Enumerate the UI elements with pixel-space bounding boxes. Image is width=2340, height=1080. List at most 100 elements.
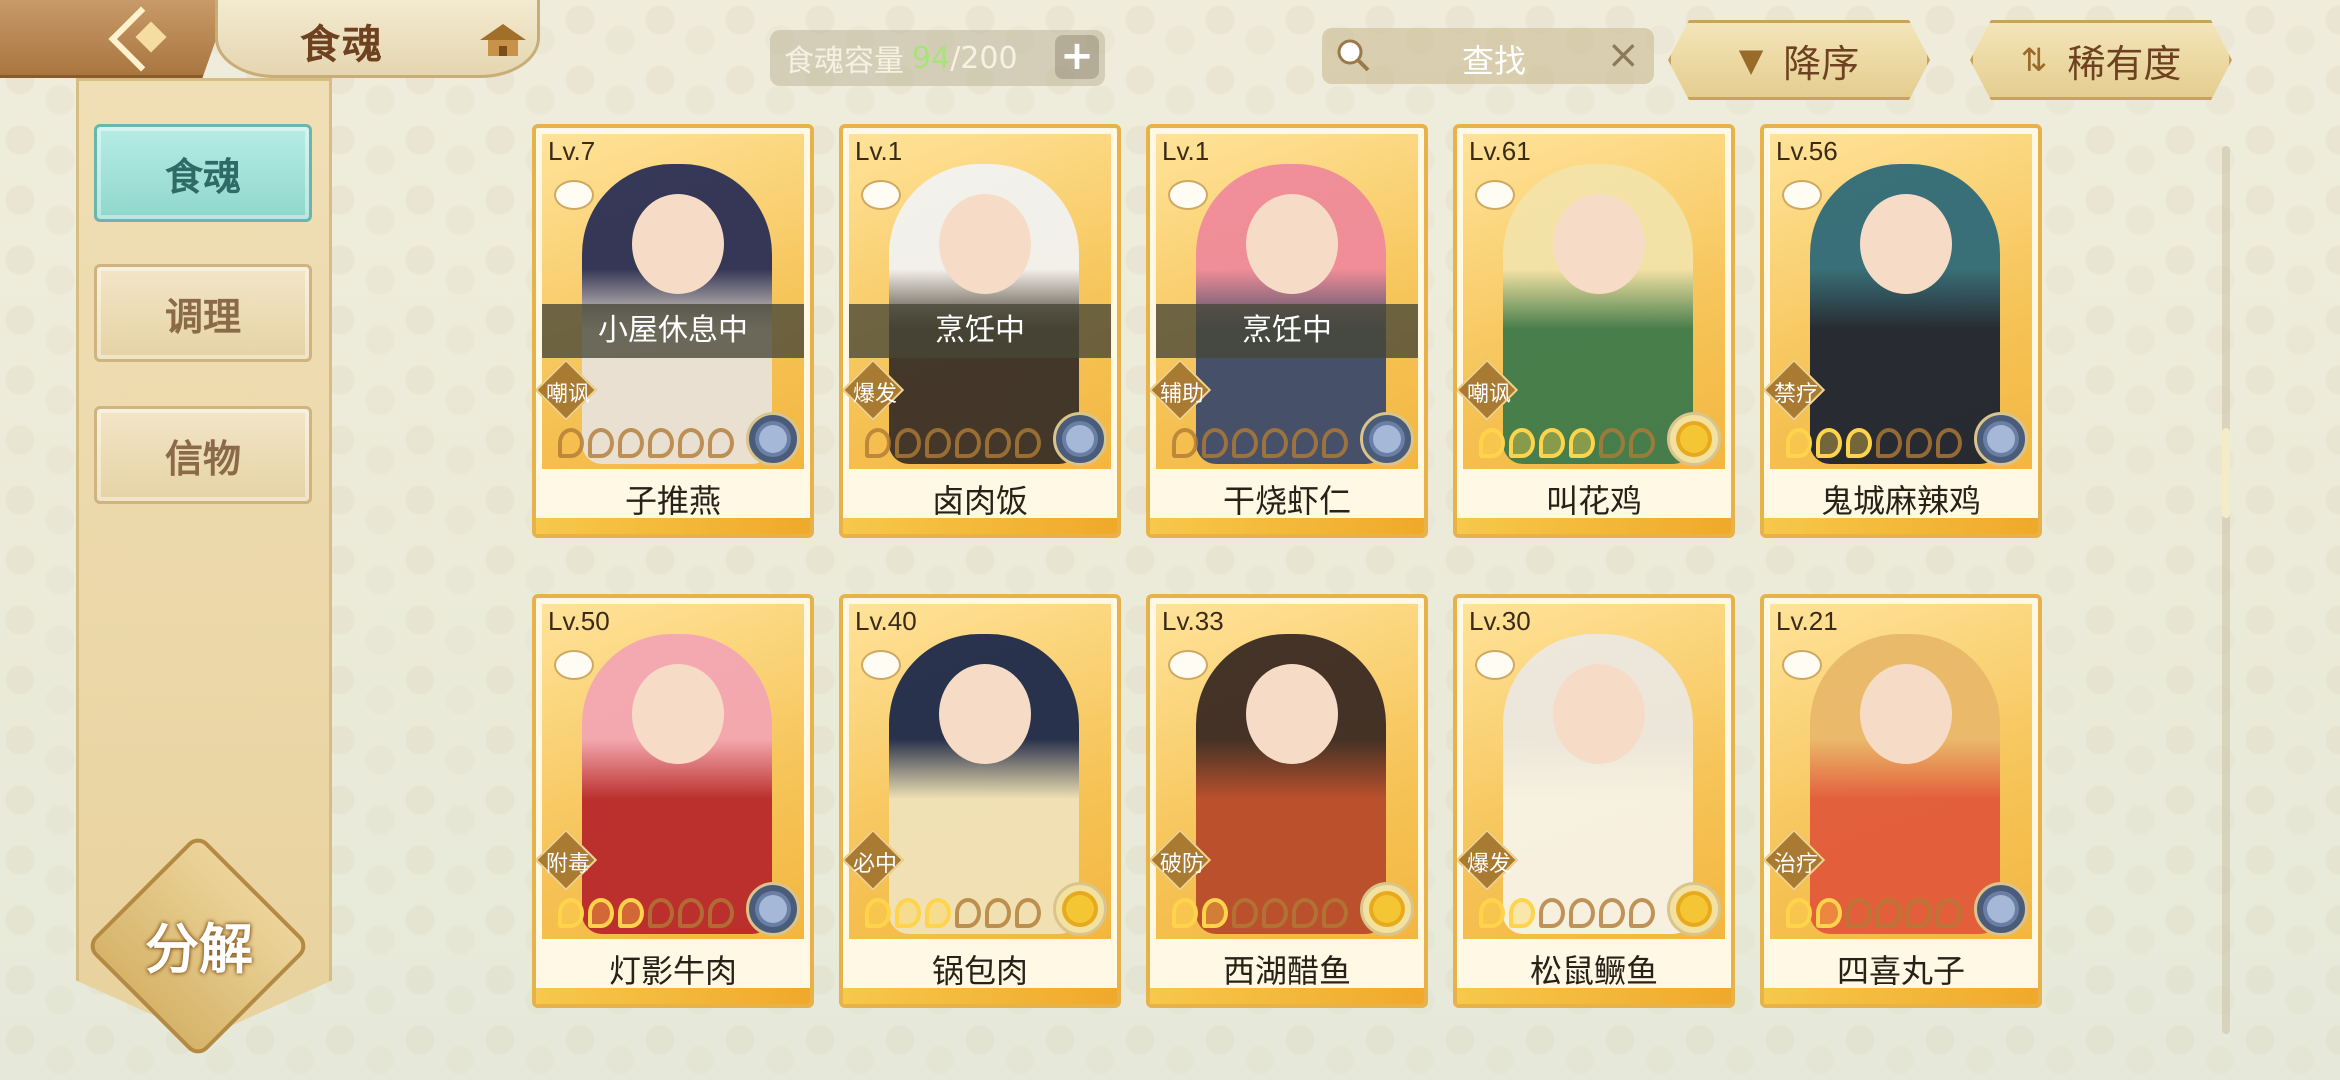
food-soul-card[interactable]: Lv.56 禁疗 鬼城麻辣鸡: [1760, 124, 2042, 538]
star-icon: [1816, 428, 1842, 458]
role-tag: 附毒: [536, 828, 598, 892]
food-soul-card[interactable]: Lv.61 嘲讽 叫花鸡: [1453, 124, 1735, 538]
add-capacity-button[interactable]: +: [1055, 35, 1099, 79]
food-soul-card[interactable]: Lv.1 烹饪中 辅助 干烧虾仁: [1146, 124, 1428, 538]
card-name: 四喜丸子: [1836, 952, 1965, 990]
bowl-icon: [1782, 180, 1822, 210]
card-name: 灯影牛肉: [608, 952, 737, 990]
flower-icon: [759, 425, 787, 453]
star-icon: [1232, 428, 1258, 458]
sort-descending-button[interactable]: ▼ 降序: [1668, 20, 1930, 100]
character-face: [1246, 664, 1338, 764]
star-icon: [708, 898, 734, 928]
role-tag-label: 爆发: [852, 382, 897, 407]
role-tag-label: 破防: [1159, 852, 1204, 877]
food-soul-card[interactable]: Lv.1 烹饪中 爆发 卤肉饭: [839, 124, 1121, 538]
role-tag: 爆发: [843, 358, 905, 422]
card-level: Lv.30: [1469, 606, 1531, 636]
star-icon: [648, 898, 674, 928]
bowl-icon: [1475, 650, 1515, 680]
character-face: [1860, 194, 1952, 294]
bowl-icon: [861, 180, 901, 210]
card-level: Lv.7: [548, 136, 596, 166]
page-title: 食魂: [300, 21, 384, 68]
food-soul-card[interactable]: Lv.50 附毒 灯影牛肉: [532, 594, 814, 1008]
flower-icon: [1680, 895, 1708, 923]
role-tag: 禁疗: [1764, 358, 1826, 422]
flower-badge-icon: [746, 882, 800, 936]
food-soul-card[interactable]: Lv.21 治疗 四喜丸子: [1760, 594, 2042, 1008]
star-icon: [1172, 898, 1198, 928]
star-icon: [618, 428, 644, 458]
role-tag: 嘲讽: [536, 358, 598, 422]
star-icon: [955, 428, 981, 458]
card-level: Lv.61: [1469, 136, 1531, 166]
role-tag-label: 治疗: [1773, 852, 1818, 877]
flower-badge-icon: [1360, 412, 1414, 466]
card-name: 干烧虾仁: [1222, 482, 1351, 520]
food-soul-card[interactable]: Lv.30 爆发 松鼠鳜鱼: [1453, 594, 1735, 1008]
star-rating: [1172, 898, 1348, 928]
card-name: 卤肉饭: [931, 482, 1028, 520]
food-soul-card[interactable]: Lv.7 小屋休息中 嘲讽 子推燕: [532, 124, 814, 538]
sort-rarity-button[interactable]: ⇅ 稀有度: [1970, 20, 2232, 100]
star-icon: [925, 428, 951, 458]
close-icon[interactable]: ×: [1606, 32, 1640, 78]
back-button[interactable]: [0, 0, 230, 78]
food-soul-card[interactable]: Lv.33 破防 西湖醋鱼: [1146, 594, 1428, 1008]
role-tag-label: 禁疗: [1773, 382, 1818, 407]
star-icon: [588, 898, 614, 928]
star-icon: [1292, 428, 1318, 458]
star-icon: [1629, 898, 1655, 928]
sidebar-item-tokens[interactable]: 信物: [94, 406, 312, 504]
star-icon: [678, 898, 704, 928]
role-tag-label: 辅助: [1159, 382, 1204, 407]
card-name: 西湖醋鱼: [1222, 952, 1351, 990]
star-rating: [1786, 428, 1962, 458]
bowl-icon: [1475, 180, 1515, 210]
star-icon: [1322, 898, 1348, 928]
card-bottom-bar: [536, 988, 810, 1004]
star-icon: [1015, 898, 1041, 928]
card-bottom-bar: [1764, 518, 2038, 534]
character-face: [1246, 194, 1338, 294]
star-icon: [1569, 428, 1595, 458]
sort-rarity-label: 稀有度: [2067, 41, 2182, 86]
search-input[interactable]: 查找 ×: [1322, 28, 1654, 84]
bowl-icon: [1168, 180, 1208, 210]
card-name: 锅包肉: [931, 952, 1028, 990]
flower-icon: [1066, 895, 1094, 923]
search-icon: [1337, 39, 1370, 72]
home-icon[interactable]: [478, 20, 528, 60]
card-level: Lv.21: [1776, 606, 1838, 636]
star-rating: [558, 428, 734, 458]
role-tag: 嘲讽: [1457, 358, 1519, 422]
star-icon: [1629, 428, 1655, 458]
card-bottom-bar: [1150, 518, 1424, 534]
star-icon: [1599, 898, 1625, 928]
card-level: Lv.1: [855, 136, 903, 166]
star-icon: [1322, 428, 1348, 458]
scrollbar-thumb[interactable]: [2222, 428, 2230, 518]
star-icon: [1172, 428, 1198, 458]
star-icon: [1786, 898, 1812, 928]
star-icon: [1569, 898, 1595, 928]
star-icon: [865, 428, 891, 458]
flower-badge-icon: [1360, 882, 1414, 936]
star-rating: [1786, 898, 1962, 928]
star-icon: [1816, 898, 1842, 928]
card-bottom-bar: [1457, 518, 1731, 534]
role-tag-label: 附毒: [545, 852, 590, 877]
card-bottom-bar: [536, 518, 810, 534]
star-icon: [678, 428, 704, 458]
sidebar-item-food-soul[interactable]: 食魂: [94, 124, 312, 222]
scrollbar[interactable]: [2222, 146, 2230, 1034]
star-icon: [618, 898, 644, 928]
capacity-label: 食魂容量: [784, 44, 904, 79]
star-icon: [1262, 428, 1288, 458]
star-icon: [1539, 428, 1565, 458]
food-soul-card[interactable]: Lv.40 必中 锅包肉: [839, 594, 1121, 1008]
flower-badge-icon: [1667, 412, 1721, 466]
sidebar-item-conditioning[interactable]: 调理: [94, 264, 312, 362]
star-icon: [588, 428, 614, 458]
